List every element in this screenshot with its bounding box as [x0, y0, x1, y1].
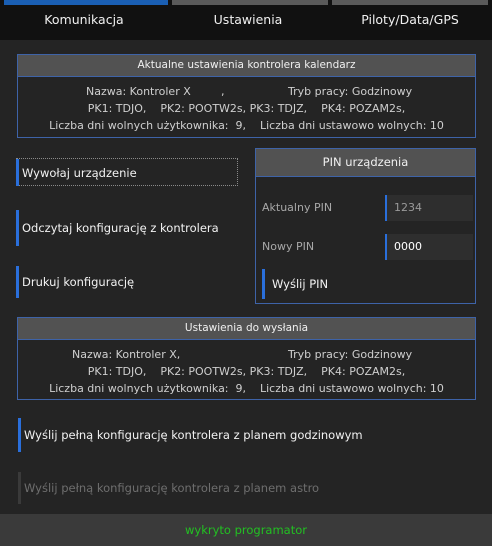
current-mode: Tryb pracy: Godzinowy — [288, 85, 413, 98]
send-full-astro-label: Wyślij pełną konfigurację kontrolera z p… — [24, 481, 320, 495]
call-device-button[interactable]: Wywołaj urządzenie — [16, 158, 238, 186]
button-accent-bar — [16, 210, 19, 246]
send-full-hourly-button[interactable]: Wyślij pełną konfigurację kontrolera z p… — [18, 416, 476, 454]
send-full-astro-button[interactable]: Wyślij pełną konfigurację kontrolera z p… — [18, 470, 476, 506]
button-accent-bar-disabled — [18, 472, 21, 504]
tab-label: Piloty/Data/GPS — [361, 12, 459, 27]
tab-ustawienia[interactable]: Ustawienia — [168, 0, 328, 40]
send-pk-line: PK1: TDJO, PK2: POOTW2s, PK3: TDJZ, PK4:… — [87, 365, 406, 378]
current-days-line: Liczba dni wolnych użytkownika: 9, Liczb… — [49, 119, 444, 132]
print-config-button[interactable]: Drukuj konfigurację — [16, 264, 242, 300]
tab-indicator — [332, 0, 488, 5]
send-pin-button[interactable]: Wyślij PIN — [262, 269, 362, 299]
print-config-label: Drukuj konfigurację — [22, 275, 135, 289]
status-text: wykryto programator — [184, 523, 307, 537]
read-config-label: Odczytaj konfigurację z kontrolera — [22, 221, 219, 235]
current-pin-label: Aktualny PIN — [262, 201, 333, 214]
current-name: Nazwa: Kontroler X — [86, 85, 191, 98]
tab-label: Ustawienia — [213, 12, 283, 27]
pin-header: PIN urządzenia — [256, 149, 475, 177]
current-settings-header: Aktualne ustawienia kontrolera kalendarz — [18, 55, 475, 77]
pin-panel: PIN urządzenia Aktualny PIN 1234 Nowy PI… — [255, 148, 476, 304]
settings-to-send-panel: Ustawienia do wysłania Nazwa: Kontroler … — [17, 317, 476, 400]
tab-komunikacja[interactable]: Komunikacja — [0, 0, 168, 40]
button-accent-bar — [16, 159, 19, 186]
tab-bar: Komunikacja Ustawienia Piloty/Data/GPS — [0, 0, 492, 40]
send-full-hourly-label: Wyślij pełną konfigurację kontrolera z p… — [24, 428, 363, 442]
new-pin-field[interactable]: 0000 — [385, 234, 473, 260]
send-mode: Tryb pracy: Godzinowy — [288, 348, 413, 361]
read-config-button[interactable]: Odczytaj konfigurację z kontrolera — [16, 208, 242, 248]
tab-piloty-data-gps[interactable]: Piloty/Data/GPS — [328, 0, 492, 40]
send-days-line: Liczba dni wolnych użytkownika: 9, Liczb… — [49, 382, 444, 395]
send-name: Nazwa: Kontroler X, — [72, 348, 181, 361]
button-accent-bar — [18, 418, 21, 452]
new-pin-label: Nowy PIN — [262, 240, 315, 253]
tab-indicator — [172, 0, 328, 5]
call-device-label: Wywołaj urządzenie — [22, 166, 137, 180]
current-pk-line: PK1: TDJO, PK2: POOTW2s, PK3: TDJZ, PK4:… — [87, 102, 406, 115]
settings-to-send-header: Ustawienia do wysłania — [18, 318, 475, 340]
button-accent-bar — [16, 266, 19, 298]
current-settings-panel: Aktualne ustawienia kontrolera kalendarz… — [17, 54, 476, 138]
send-pin-label: Wyślij PIN — [272, 277, 329, 291]
active-tab-indicator — [4, 0, 168, 5]
tab-label: Komunikacja — [44, 12, 124, 27]
current-name-separator: , — [221, 85, 225, 98]
button-accent-bar — [262, 269, 265, 299]
current-pin-field[interactable]: 1234 — [385, 195, 473, 221]
status-bar: wykryto programator — [0, 514, 492, 546]
